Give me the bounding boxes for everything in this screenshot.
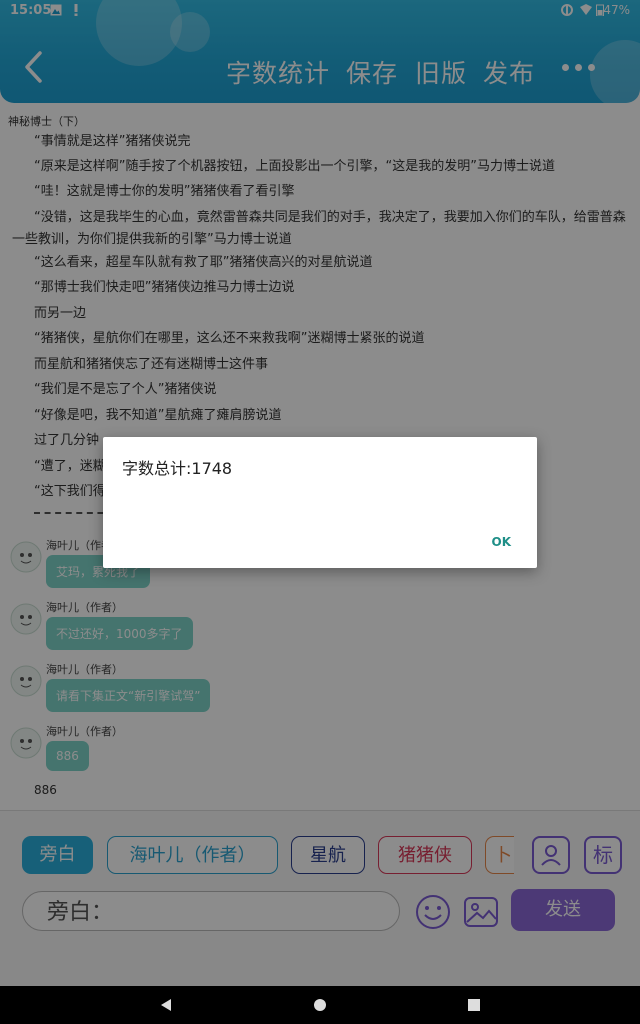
ok-button[interactable]: OK	[492, 535, 512, 549]
dialog-message: 字数总计:1748	[122, 459, 233, 478]
nav-home-icon[interactable]	[312, 997, 328, 1013]
nav-back-icon[interactable]	[158, 997, 174, 1013]
system-nav-bar	[0, 986, 640, 1024]
word-count-dialog: 字数总计:1748 OK	[103, 437, 537, 568]
nav-recents-icon[interactable]	[466, 997, 482, 1013]
